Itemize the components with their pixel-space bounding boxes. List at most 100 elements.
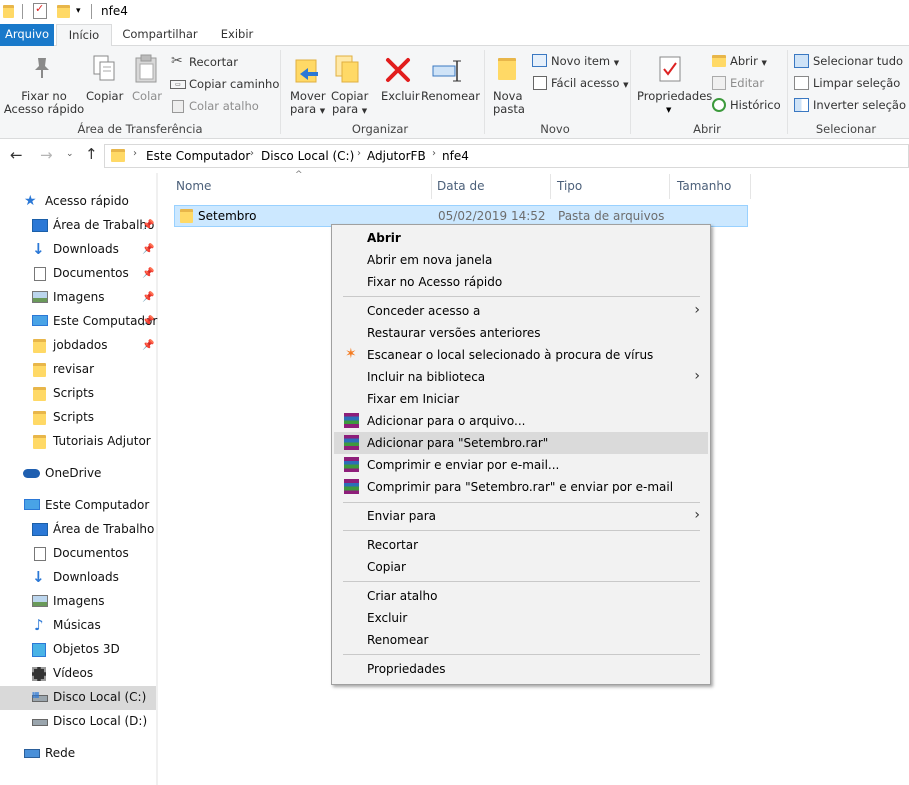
menu-item-include-library[interactable]: Incluir na biblioteca › (334, 366, 708, 388)
menu-item-scan-virus[interactable]: ✶ Escanear o local selecionado à procura… (334, 344, 708, 366)
history-button[interactable]: Histórico (711, 97, 783, 115)
nav-quick-revisar[interactable]: revisar (0, 359, 156, 381)
nav-quick-this-pc[interactable]: Este Computador 📌 (0, 311, 157, 333)
nav-quick-scripts-2[interactable]: Scripts (0, 407, 156, 429)
breadcrumb-chevron-icon[interactable]: › (432, 148, 436, 159)
copy-path-button[interactable]: ▭ Copiar caminho (170, 76, 279, 94)
invert-selection-button[interactable]: Inverter seleção (794, 97, 906, 115)
address-bar[interactable]: › Este Computador › Disco Local (C:) › A… (104, 144, 909, 168)
menu-item-send-to[interactable]: Enviar para › (334, 505, 708, 527)
pin-icon[interactable]: 📌 (142, 268, 154, 279)
column-date-modified[interactable]: Data de modificaç... (433, 174, 551, 218)
new-folder-quick-icon[interactable] (57, 5, 70, 18)
copy-to-button[interactable]: Copiar para ▼ (328, 46, 368, 118)
nav-quick-pictures[interactable]: Imagens 📌 (0, 287, 156, 309)
pin-icon[interactable]: 📌 (142, 340, 154, 351)
easy-access-button[interactable]: Fácil acesso ▼ (532, 75, 629, 93)
pin-icon[interactable]: 📌 (142, 292, 154, 303)
file-name: Setembro (198, 209, 257, 223)
breadcrumb-adjutorfb[interactable]: AdjutorFB (367, 149, 426, 163)
menu-item-open-new-window[interactable]: Abrir em nova janela (334, 249, 708, 271)
menu-item-delete[interactable]: Excluir (334, 607, 708, 629)
nav-pc-downloads[interactable]: ↓ Downloads (0, 567, 156, 589)
menu-item-give-access[interactable]: Conceder acesso a › (334, 300, 708, 322)
forward-arrow-icon[interactable]: → (40, 146, 53, 164)
paste-shortcut-button[interactable]: Colar atalho (170, 98, 274, 116)
tab-exibir[interactable]: Exibir (214, 24, 260, 46)
menu-item-add-setembro-rar[interactable]: Adicionar para "Setembro.rar" (334, 432, 708, 454)
menu-item-rename[interactable]: Renomear (334, 629, 708, 651)
new-folder-label-2: pasta (493, 102, 525, 116)
new-item-button[interactable]: Novo item ▼ (532, 53, 624, 71)
nav-this-pc[interactable]: Este Computador (0, 495, 156, 517)
ribbon: Fixar no Acesso rápido Copiar Colar ✂ Re… (0, 46, 909, 139)
open-folder-icon (712, 55, 726, 67)
menu-item-create-shortcut[interactable]: Criar atalho (334, 585, 708, 607)
properties-button[interactable]: Propriedades ▼ (635, 46, 712, 118)
menu-item-restore-versions[interactable]: Restaurar versões anteriores (334, 322, 708, 344)
clear-selection-button[interactable]: Limpar seleção (794, 75, 904, 93)
menu-item-copy[interactable]: Copiar (334, 556, 708, 578)
nav-quick-tutoriais[interactable]: Tutoriais Adjutor (0, 431, 156, 453)
select-all-button[interactable]: Selecionar tudo (794, 53, 904, 71)
menu-item-properties[interactable]: Propriedades (334, 658, 708, 680)
nav-pc-videos[interactable]: Vídeos (0, 663, 156, 685)
pin-icon[interactable]: 📌 (142, 220, 154, 231)
tab-inicio[interactable]: Início (56, 24, 112, 47)
pin-to-quick-access-button[interactable]: Fixar no Acesso rápido (0, 46, 84, 118)
recent-locations-chevron-icon[interactable]: ⌄ (66, 149, 74, 159)
quick-access-toolbar-dropdown-icon[interactable]: ▾ (76, 6, 81, 16)
easy-access-icon (533, 76, 547, 90)
nav-onedrive[interactable]: OneDrive (0, 463, 156, 485)
cut-button[interactable]: ✂ Recortar (170, 53, 274, 72)
nav-pc-music[interactable]: ♪ Músicas (0, 615, 156, 637)
menu-item-compress-rar-email[interactable]: Comprimir para "Setembro.rar" e enviar p… (334, 476, 708, 498)
breadcrumb-chevron-icon[interactable]: › (133, 148, 137, 159)
column-size[interactable]: Tamanho (673, 174, 751, 199)
nav-quick-access[interactable]: ★ Acesso rápido (0, 191, 156, 213)
new-folder-button[interactable]: Nova pasta (490, 46, 526, 118)
breadcrumb-este-computador[interactable]: Este Computador (146, 149, 250, 163)
nav-pc-drive-c[interactable]: ▦ Disco Local (C:) (0, 687, 156, 709)
menu-item-compress-email[interactable]: Comprimir e enviar por e-mail... (334, 454, 708, 476)
column-type[interactable]: Tipo (553, 174, 670, 199)
breadcrumb-chevron-icon[interactable]: › (357, 148, 361, 159)
breadcrumb-nfe4[interactable]: nfe4 (442, 149, 469, 163)
menu-item-add-archive[interactable]: Adicionar para o arquivo... (334, 410, 708, 432)
pictures-icon (32, 291, 48, 303)
nav-pc-desktop[interactable]: Área de Trabalho (0, 519, 156, 541)
nav-quick-scripts[interactable]: Scripts (0, 383, 156, 405)
breadcrumb-chevron-icon[interactable]: › (250, 148, 254, 159)
tab-arquivo[interactable]: Arquivo (0, 24, 54, 46)
nav-quick-desktop[interactable]: Área de Trabalho 📌 (0, 215, 156, 237)
pin-icon[interactable]: 📌 (142, 316, 154, 327)
properties-quick-icon[interactable]: ✓ (33, 2, 47, 19)
nav-pc-documents[interactable]: Documentos (0, 543, 156, 565)
menu-item-cut[interactable]: Recortar (334, 534, 708, 556)
nav-quick-downloads[interactable]: ↓ Downloads 📌 (0, 239, 156, 261)
nav-pc-3d-objects[interactable]: Objetos 3D (0, 639, 156, 661)
menu-item-pin-start[interactable]: Fixar em Iniciar (334, 388, 708, 410)
move-to-button[interactable]: Mover para ▼ (286, 46, 326, 118)
up-arrow-icon[interactable]: ↑ (85, 145, 98, 163)
pin-icon[interactable]: 📌 (142, 244, 154, 255)
rename-button[interactable]: Renomear (418, 46, 480, 118)
nav-pc-drive-d[interactable]: Disco Local (D:) (0, 711, 156, 733)
tab-compartilhar[interactable]: Compartilhar (118, 24, 202, 46)
breadcrumb-disco-local[interactable]: Disco Local (C:) (261, 149, 354, 163)
nav-quick-jobdados[interactable]: jobdados 📌 (0, 335, 156, 357)
delete-button[interactable]: Excluir (378, 46, 420, 118)
nav-quick-documents[interactable]: Documentos 📌 (0, 263, 156, 285)
paste-button[interactable]: Colar (130, 46, 164, 118)
nav-pc-pictures[interactable]: Imagens (0, 591, 156, 613)
column-name[interactable]: Nome (172, 174, 432, 199)
back-arrow-icon[interactable]: ← (10, 146, 23, 164)
edit-button[interactable]: Editar (711, 75, 781, 93)
nav-network[interactable]: Rede (0, 743, 156, 765)
open-button[interactable]: Abrir ▼ (711, 53, 781, 71)
select-all-icon (794, 54, 809, 68)
menu-item-open[interactable]: Abrir (334, 227, 708, 249)
copy-button[interactable]: Copiar (86, 46, 124, 118)
menu-item-pin-quick-access[interactable]: Fixar no Acesso rápido (334, 271, 708, 293)
nav-scrollbar[interactable] (156, 173, 158, 785)
